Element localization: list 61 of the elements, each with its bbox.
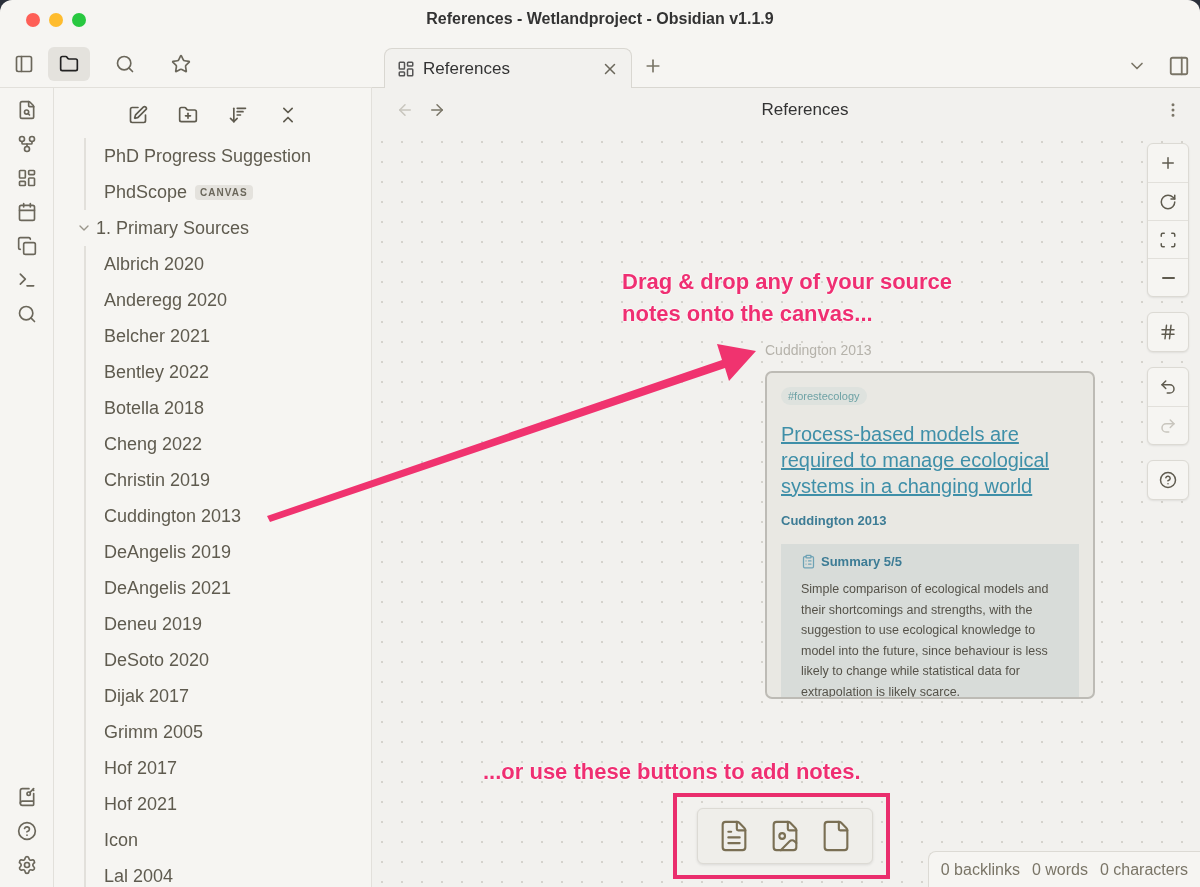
zoom-in-icon (1159, 154, 1177, 172)
grid-icon (1159, 323, 1177, 341)
status-text: 0 words (1031, 860, 1088, 879)
file-item[interactable]: Hof 2017 (86, 750, 371, 786)
author-heading: Cuddington 2013 (781, 513, 887, 528)
canvas-icon[interactable] (16, 168, 37, 188)
pen-icon (127, 105, 148, 125)
window-title: References - Wetlandproject - Obsidian v1.1.9 (426, 10, 774, 28)
file-item[interactable]: Deneu 2019 (86, 606, 371, 642)
help-icon[interactable] (16, 821, 37, 841)
folder-plus-icon (177, 105, 198, 125)
tab[interactable]: References (384, 48, 632, 88)
file-item[interactable]: Belcher 2021 (86, 318, 371, 354)
status-text: 0 characters (1099, 860, 1188, 879)
minus-icon (1161, 276, 1175, 279)
help-icon (1159, 471, 1177, 489)
search-icon[interactable] (16, 304, 37, 324)
node-label: Cuddington 2013 (765, 342, 872, 358)
copy-icon[interactable] (16, 236, 37, 256)
file-item[interactable]: PhD Progress Suggestion (86, 138, 371, 174)
annotation-text: Drag & drop any of your source notes onto the canvas... (622, 268, 954, 328)
folder-icon (59, 53, 79, 74)
file-item[interactable]: Christin 2019 (86, 462, 371, 498)
forward-icon[interactable] (428, 101, 446, 119)
file-item[interactable]: Hof 2021 (86, 786, 371, 822)
file-type-badge: CANVAS (195, 184, 253, 200)
folder-item[interactable]: 1. Primary Sources (54, 210, 371, 246)
search-icon (115, 53, 135, 74)
file-item[interactable]: DeAngelis 2019 (86, 534, 371, 570)
callout-title: Summary 5/5 (821, 554, 902, 569)
canvas-icon (397, 59, 415, 78)
file-item[interactable]: Botella 2018 (86, 390, 371, 426)
file-item[interactable]: Bentley 2022 (86, 354, 371, 390)
file-item[interactable]: Cheng 2022 (86, 426, 371, 462)
fit-icon (1159, 230, 1177, 249)
file-item[interactable]: DeSoto 2020 (86, 642, 371, 678)
clipboard-icon (801, 554, 816, 569)
file-item[interactable]: Icon (86, 822, 371, 858)
status-text: 0 backlinks (940, 860, 1020, 879)
settings-icon[interactable] (16, 855, 37, 875)
undo-icon (1159, 378, 1177, 396)
panel-icon (1168, 55, 1190, 77)
reset-icon (1159, 192, 1177, 211)
file-item[interactable]: DeAngelis 2021 (86, 570, 371, 606)
sidebar-toggle-icon[interactable] (14, 53, 34, 74)
star-icon (171, 53, 191, 74)
file-item[interactable]: Dijak 2017 (86, 678, 371, 714)
file-item[interactable]: Grimm 2005 (86, 714, 371, 750)
file-item[interactable]: Anderegg 2020 (86, 282, 371, 318)
files-tab[interactable] (48, 46, 90, 81)
graph-icon[interactable] (16, 134, 37, 154)
file-item[interactable]: Cuddington 2013 (86, 498, 371, 534)
annotation-text: ...or use these buttons to add notes. (483, 758, 862, 786)
view-title: References (761, 100, 849, 119)
redo-icon (1159, 416, 1177, 435)
file-item[interactable]: Albrich 2020 (86, 246, 371, 282)
calendar-icon[interactable] (16, 202, 37, 222)
sort-icon (227, 105, 248, 125)
file-item[interactable]: PhdScope CANVAS (86, 174, 371, 210)
close-window-button[interactable] (26, 13, 40, 27)
file-item[interactable]: Lal 2004 (86, 858, 371, 887)
